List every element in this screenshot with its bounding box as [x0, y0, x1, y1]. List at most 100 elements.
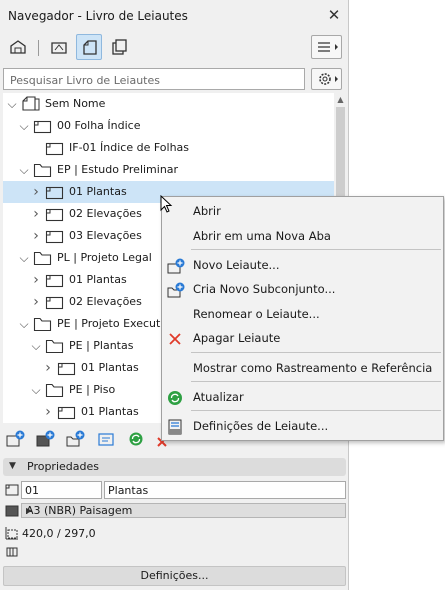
tree-row-label: 02 Elevações [69, 207, 142, 220]
properties-header[interactable]: ▼ Propriedades [3, 458, 346, 476]
menu-separator [191, 381, 441, 382]
project-map-button[interactable] [5, 34, 31, 60]
menu-item[interactable]: Abrir [162, 200, 443, 224]
size-dimensions: 420,0 / 297,0 [22, 527, 96, 540]
gear-icon [319, 73, 338, 85]
menu-item[interactable]: Cria Novo Subconjunto... [162, 278, 443, 302]
book-icon [21, 96, 41, 115]
menu-item[interactable]: Definições de Leiaute... [162, 415, 443, 439]
tree-row-label: 00 Folha Índice [57, 119, 141, 132]
new-layout-tool-button[interactable] [5, 429, 27, 449]
master-layout-dropdown[interactable]: A3 (NBR) Paisagem ▶ [21, 503, 346, 518]
chevron-down-icon[interactable]: ⌵ [19, 164, 29, 176]
properties-title: Propriedades [27, 460, 99, 473]
menu-separator [191, 410, 441, 411]
folder-icon [33, 162, 53, 181]
chevron-right-icon[interactable]: › [31, 229, 41, 243]
layout-icon [45, 272, 65, 291]
layout-settings-icon [166, 418, 184, 436]
layout-icon [45, 206, 65, 225]
menu-item-label: Definições de Leiaute... [193, 419, 329, 433]
menu-item[interactable]: Mostrar como Rastreamento e Referência [162, 357, 443, 381]
chevron-right-icon[interactable]: › [31, 273, 41, 287]
tree-row-label: IF-01 Índice de Folhas [69, 141, 190, 154]
layout-book-button[interactable] [76, 34, 102, 60]
menu-item[interactable]: Renomear o Leiaute... [162, 303, 443, 327]
scroll-up-icon[interactable]: ▲ [335, 94, 346, 105]
layout-name-value: Plantas [108, 484, 149, 497]
tree-row-label: PL | Projeto Legal [57, 251, 152, 264]
settings-button[interactable]: Definições... [3, 566, 346, 586]
layout-icon [57, 360, 77, 379]
chevron-right-icon[interactable]: › [43, 405, 53, 419]
search-options-button[interactable] [311, 68, 342, 90]
tree-row-label: 01 Plantas [69, 273, 127, 286]
chevron-down-icon[interactable]: ⌵ [31, 384, 41, 396]
new-subset-icon [166, 281, 185, 299]
menu-item[interactable]: Abrir em uma Nova Aba [162, 225, 443, 249]
layout-name-field[interactable]: Plantas [104, 481, 346, 499]
chevron-right-icon[interactable]: › [31, 207, 41, 221]
mode-separator [38, 40, 39, 56]
window-title: Navegador - Livro de Leiautes [8, 9, 188, 23]
publisher-sets-button[interactable] [107, 34, 133, 60]
layout-icon [45, 228, 65, 247]
layout-icon [45, 294, 65, 313]
layout-list-tool-button[interactable] [96, 429, 118, 449]
new-master-tool-button[interactable] [35, 429, 57, 449]
menu-separator [191, 249, 441, 250]
chevron-down-icon[interactable]: ⌵ [19, 252, 29, 264]
menu-item-label: Abrir [193, 204, 221, 218]
search-field[interactable] [3, 68, 305, 90]
layout-id-field[interactable]: 01 [21, 481, 102, 499]
view-map-icon [51, 42, 67, 54]
menu-item-label: Abrir em uma Nova Aba [193, 229, 331, 243]
tree-row-label: 02 Elevações [69, 295, 142, 308]
mouse-cursor-icon [160, 195, 173, 213]
context-menu: Abrir Abrir em uma Nova Aba Novo Leiaute..… [161, 196, 444, 441]
navigator-menu-button[interactable] [311, 35, 342, 59]
collapse-triangle-icon[interactable]: ▼ [9, 461, 16, 471]
delete-x-icon [166, 330, 184, 348]
layout-list-icon [98, 433, 114, 446]
tree-row-label: Sem Nome [45, 97, 106, 110]
layout-icon [57, 404, 77, 423]
tree-row-label: PE | Plantas [69, 339, 134, 352]
menu-item[interactable]: Apagar Leiaute [162, 327, 443, 351]
new-subset-tool-button[interactable] [65, 429, 87, 449]
chevron-right-icon[interactable]: › [31, 185, 41, 199]
new-master-icon [36, 430, 55, 447]
hamburger-icon [318, 42, 338, 52]
tree-row-label: EP | Estudo Preliminar [57, 163, 179, 176]
navigator-mode-bar [0, 32, 349, 66]
search-input[interactable] [8, 70, 302, 90]
tree-row[interactable]: ⌵ 00 Folha Índice [3, 115, 334, 137]
new-layout-icon [166, 257, 185, 275]
chevron-right-icon[interactable]: › [43, 361, 53, 375]
refresh-tool-button[interactable] [126, 429, 148, 449]
dropdown-arrow-icon: ▶ [26, 506, 33, 515]
menu-separator [191, 352, 441, 353]
menu-item[interactable]: Novo Leiaute... [162, 254, 443, 278]
chevron-down-icon[interactable]: ⌵ [31, 340, 41, 352]
drawing-info-icon [6, 547, 18, 557]
chevron-down-icon[interactable]: ⌵ [19, 318, 29, 330]
menu-item-label: Novo Leiaute... [193, 258, 280, 272]
tree-row[interactable]: ⌵ EP | Estudo Preliminar [3, 159, 334, 181]
menu-item-label: Apagar Leiaute [193, 331, 281, 345]
menu-item-label: Mostrar como Rastreamento e Referência [193, 361, 433, 375]
chevron-down-icon[interactable]: ⌵ [7, 98, 17, 110]
new-subset-icon [66, 430, 85, 447]
tree-row-label: PE | Projeto Executivo [57, 317, 177, 330]
tree-row[interactable]: IF-01 Índice de Folhas [3, 137, 334, 159]
master-layout-icon [5, 505, 19, 517]
tree-row[interactable]: ⌵ Sem Nome [3, 93, 334, 115]
menu-item[interactable]: Atualizar [162, 386, 443, 410]
chevron-down-icon[interactable]: ⌵ [19, 120, 29, 132]
layout-icon [33, 118, 53, 137]
view-map-button[interactable] [46, 34, 72, 60]
folder-icon [33, 250, 53, 269]
refresh-icon [129, 432, 143, 446]
close-icon[interactable]: ✕ [325, 6, 343, 24]
chevron-right-icon[interactable]: › [31, 295, 41, 309]
